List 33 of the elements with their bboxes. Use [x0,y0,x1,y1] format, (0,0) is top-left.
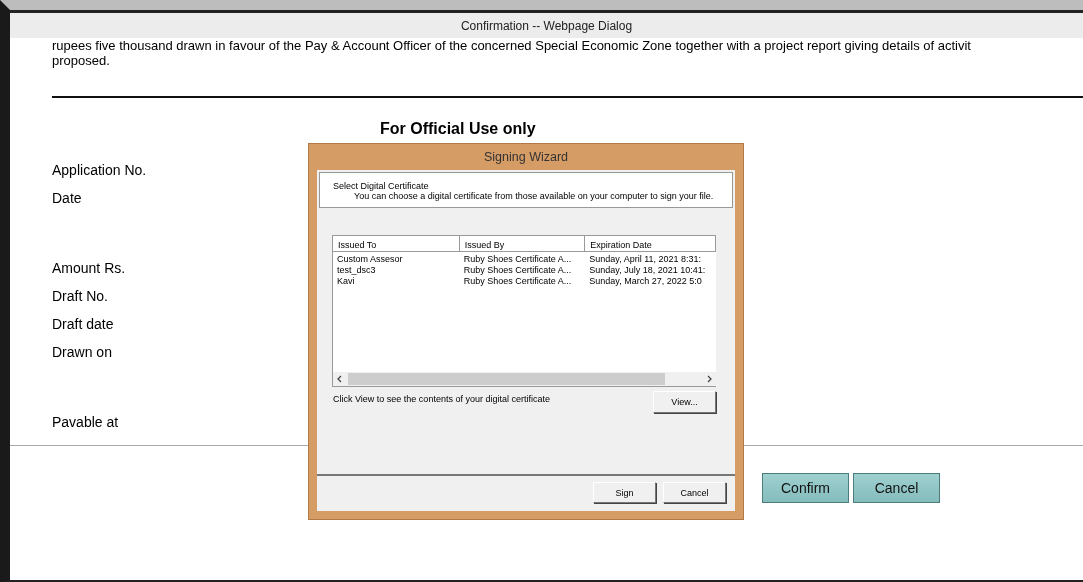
field-label: Date [52,190,82,206]
wizard-button[interactable]: Sign [593,482,656,503]
field-label: Pavable at [52,414,119,430]
header-title: Select Digital Certificate [333,181,429,191]
table-cell[interactable]: Ruby Shoes Certificate A... [459,265,586,276]
table-cell[interactable]: Custom Assesor [333,254,460,265]
field-label: Draft date [52,316,114,332]
field-label: Amount Rs. [52,260,126,276]
table-cell[interactable]: Kavi [333,276,460,287]
wizard-button[interactable]: Cancel [663,482,726,503]
paragraph-line: proposed. [52,53,110,68]
table-cell[interactable]: Sunday, March 27, 2022 5:0 [585,276,716,287]
hint-text: Click View to see the contents of your digital certificate [333,394,550,404]
table-cell[interactable]: Sunday, July 18, 2021 10:41: [585,265,716,276]
dialog-button[interactable]: Confirm [762,473,849,503]
column-header[interactable]: Issued To [333,236,460,252]
column-header[interactable]: Issued By [459,236,586,252]
table-cell[interactable]: Ruby Shoes Certificate A... [459,254,586,265]
field-label: Draft No. [52,288,108,304]
wizard-title: Signing Wizard [483,150,569,164]
field-label: Application No. [52,162,147,178]
field-label: Drawn on [52,344,112,360]
window-title: Confirmation -- Webpage Dialog [460,18,633,33]
horizontal-scrollbar[interactable] [333,372,716,386]
dialog-button[interactable]: Cancel [853,473,940,503]
header-subtitle: You can choose a digital certificate from those available on your computer to sign your file. [354,191,714,201]
column-header[interactable]: Expiration Date [585,236,716,252]
table-cell[interactable]: Sunday, April 11, 2021 8:31: [585,254,716,265]
view-button[interactable]: View... [653,391,716,413]
table-cell[interactable]: test_dsc3 [333,265,460,276]
paragraph-line: rupees five thousand drawn in favour of the Pay & Account Officer of the concerned Special Economic Zone together with a project report giving details of activit [52,38,971,53]
section-heading: For Official Use only [380,120,536,138]
table-cell[interactable]: Ruby Shoes Certificate A... [459,276,586,287]
